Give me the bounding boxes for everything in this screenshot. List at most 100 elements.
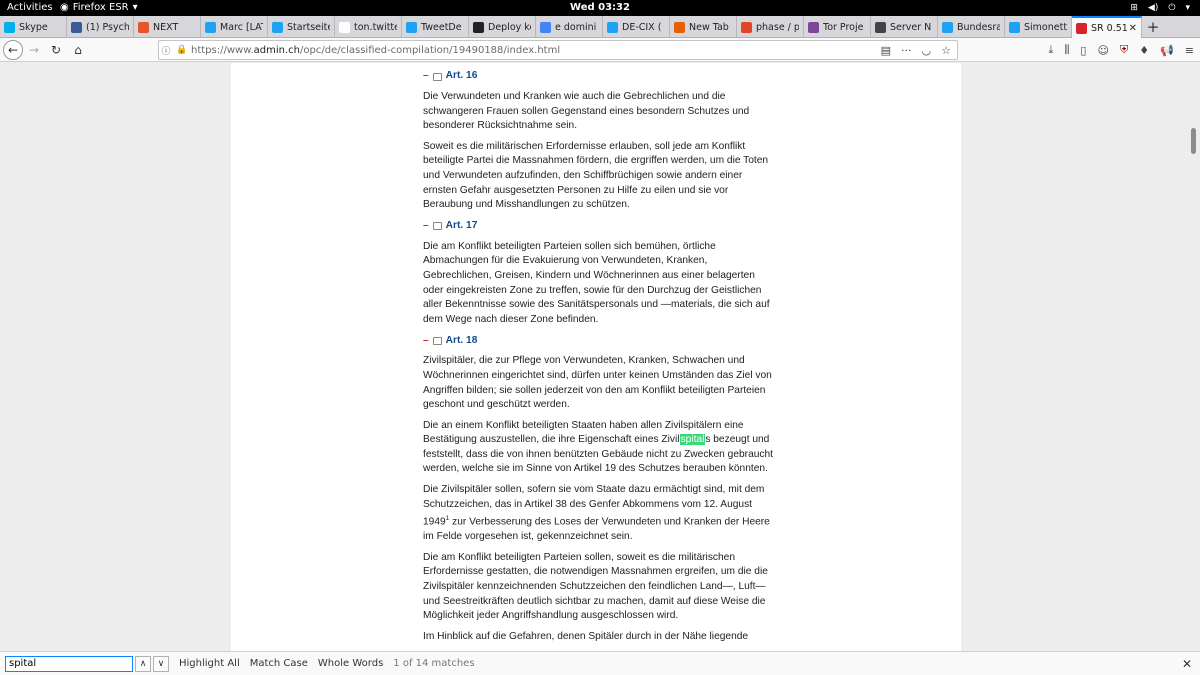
- highlight-all-toggle[interactable]: Highlight All: [179, 658, 240, 669]
- find-previous-button[interactable]: ∧: [135, 655, 151, 672]
- navigation-toolbar: ← → ↻ ⌂ ⓘ 🔒 https://www. admin.ch/opc/de/…: [0, 38, 1200, 62]
- tab[interactable]: NEXT: [134, 16, 201, 38]
- tab[interactable]: Deploy ke: [469, 16, 536, 38]
- paragraph: Die an einem Konflikt beteiligten Staate…: [423, 419, 773, 477]
- tab[interactable]: e domini: [536, 16, 603, 38]
- paragraph: Zivilspitäler, die zur Pflege von Verwun…: [423, 355, 772, 411]
- collapse-icon[interactable]: –: [423, 219, 429, 234]
- power-icon: ⏻: [1168, 3, 1176, 13]
- tab-title: Tor Proje: [823, 21, 864, 33]
- article-heading-17[interactable]: – Art. 17: [423, 219, 773, 234]
- tab-title: Simonetta: [1024, 21, 1067, 33]
- home-button[interactable]: ⌂: [67, 39, 89, 61]
- info-icon[interactable]: ⓘ: [159, 44, 173, 57]
- url-path: /opc/de/classified-compilation/19490188/…: [300, 44, 561, 56]
- system-tray[interactable]: ⊞ ◀) ⏻ ▾: [1130, 0, 1190, 16]
- page-actions-icon[interactable]: ···: [901, 44, 912, 57]
- tab[interactable]: DE-CIX (: [603, 16, 670, 38]
- tab[interactable]: (1) Psycho: [67, 16, 134, 38]
- url-bar[interactable]: ⓘ 🔒 https://www. admin.ch/opc/de/classifi…: [158, 40, 958, 60]
- tab-title: Startseite: [287, 21, 330, 33]
- url-prefix: https://www.: [191, 44, 254, 56]
- pocket-icon[interactable]: ◡: [922, 44, 932, 57]
- article-title[interactable]: Art. 16: [446, 69, 478, 84]
- arrow-right-icon: →: [28, 42, 40, 57]
- external-link-icon[interactable]: [432, 222, 442, 231]
- tab[interactable]: Skype: [0, 16, 67, 38]
- tab-title: NEXT: [153, 21, 179, 33]
- favicon-icon: [741, 21, 752, 33]
- tab-title: TweetDe: [421, 21, 462, 33]
- bookmark-star-icon[interactable]: ☆: [941, 44, 951, 57]
- article-title[interactable]: Art. 17: [446, 219, 478, 234]
- tab-title: Skype: [19, 21, 48, 33]
- favicon-icon: [875, 21, 886, 33]
- announce-icon[interactable]: 📢: [1160, 44, 1174, 57]
- close-tab-icon[interactable]: ✕: [1129, 23, 1137, 34]
- favicon-icon: [808, 21, 819, 33]
- library-icon[interactable]: ⫼: [1064, 43, 1069, 57]
- tab-title: New Tab: [689, 21, 729, 33]
- favicon-icon: [272, 21, 283, 33]
- paragraph: Die am Konflikt beteiligten Parteien sol…: [423, 551, 768, 622]
- volume-icon: ◀): [1147, 3, 1159, 13]
- collapse-icon[interactable]: –: [423, 69, 429, 84]
- sidebar-icon[interactable]: ▯: [1080, 44, 1086, 57]
- lock-icon[interactable]: 🔒: [173, 45, 191, 55]
- tab[interactable]: ton.twitter.co: [335, 16, 402, 38]
- home-icon: ⌂: [74, 42, 82, 57]
- scrollbar-thumb[interactable]: [1191, 128, 1196, 154]
- downloads-icon[interactable]: ⤓: [1048, 43, 1053, 57]
- new-tab-button[interactable]: +: [1142, 16, 1164, 37]
- match-case-toggle[interactable]: Match Case: [250, 658, 308, 669]
- favicon-icon: [942, 21, 953, 33]
- collapse-icon[interactable]: –: [423, 334, 429, 349]
- paragraph: Die am Konflikt beteiligten Parteien sol…: [423, 240, 770, 325]
- tab[interactable]: Marc [LAT: [201, 16, 268, 38]
- paragraph: Soweit es die militärischen Erforderniss…: [423, 140, 769, 211]
- vertical-scrollbar[interactable]: [1188, 63, 1200, 651]
- article-heading-18[interactable]: – Art. 18: [423, 333, 773, 348]
- forward-button[interactable]: →: [23, 39, 45, 61]
- tab[interactable]: TweetDe: [402, 16, 469, 38]
- chevron-down-icon: ∨: [157, 658, 165, 669]
- tab-title: Server N: [890, 21, 932, 33]
- tab-title: SR 0.51: [1091, 22, 1127, 34]
- tab[interactable]: Bundesra: [938, 16, 1005, 38]
- tab[interactable]: Tor Proje: [804, 16, 871, 38]
- article-title[interactable]: Art. 18: [446, 334, 478, 349]
- tab[interactable]: SR 0.51 ✕: [1072, 16, 1142, 38]
- menu-icon[interactable]: ≡: [1185, 44, 1194, 57]
- tab[interactable]: Server N: [871, 16, 938, 38]
- tab[interactable]: phase / p: [737, 16, 804, 38]
- tab[interactable]: Simonetta: [1005, 16, 1072, 38]
- whole-words-toggle[interactable]: Whole Words: [318, 658, 383, 669]
- favicon-icon: [339, 21, 350, 33]
- tab-title: e domini: [555, 21, 597, 33]
- back-button[interactable]: ←: [3, 39, 23, 60]
- external-link-icon[interactable]: [432, 336, 442, 345]
- reload-button[interactable]: ↻: [45, 39, 67, 61]
- tab[interactable]: Startseite: [268, 16, 335, 38]
- extension-icon[interactable]: ♦: [1139, 44, 1149, 57]
- tab[interactable]: New Tab: [670, 16, 737, 38]
- reader-view-icon[interactable]: ▤: [881, 44, 891, 57]
- favicon-icon: [4, 21, 15, 33]
- favicon-icon: [607, 21, 618, 33]
- clock[interactable]: Wed 03:32: [0, 0, 1200, 16]
- favicon-icon: [205, 21, 216, 33]
- tab-strip: Skype (1) Psycho NEXT Marc [LAT Startseite to…: [0, 16, 1200, 38]
- paragraph: Die Zivilspitäler sollen, sofern sie vom…: [423, 483, 773, 545]
- find-bar: ∧ ∨ Highlight All Match Case Whole Words…: [0, 651, 1200, 675]
- external-link-icon[interactable]: [432, 72, 442, 81]
- chevron-down-icon: ▾: [1185, 3, 1190, 13]
- tab-title: Marc [LAT: [220, 21, 263, 33]
- article-heading-16[interactable]: – Art. 16: [423, 69, 773, 84]
- text: zur Verbesserung des Loses der Verwundet…: [423, 516, 770, 543]
- ublock-icon[interactable]: ⛨: [1120, 43, 1128, 57]
- reload-icon: ↻: [50, 42, 62, 57]
- close-icon[interactable]: ✕: [1182, 657, 1192, 671]
- find-input[interactable]: [5, 655, 133, 672]
- find-next-button[interactable]: ∨: [153, 655, 169, 672]
- account-icon[interactable]: ☺: [1097, 44, 1108, 57]
